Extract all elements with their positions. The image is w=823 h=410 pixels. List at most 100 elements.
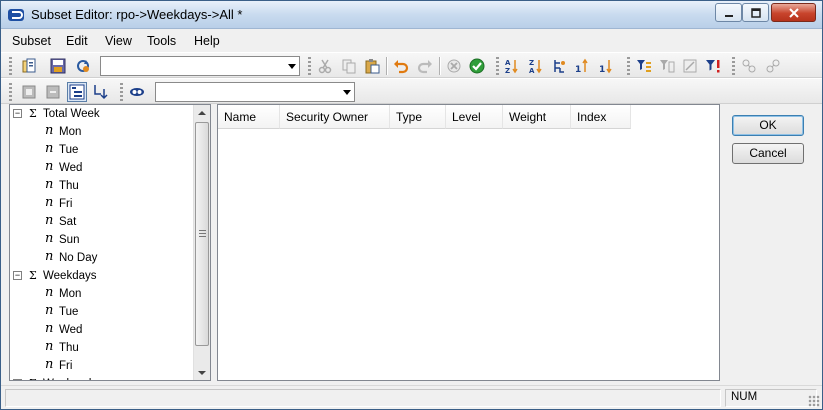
toolbar-grip[interactable]: [9, 83, 12, 101]
tree-node-label: Thu: [59, 180, 79, 192]
numeric-element-icon: n: [45, 177, 54, 192]
toolbar-grip[interactable]: [732, 57, 735, 75]
filter-level-button[interactable]: [634, 56, 654, 76]
redo-icon: [417, 60, 432, 74]
filter-by-icon: [706, 60, 720, 73]
resize-grip[interactable]: [808, 395, 820, 407]
tree-view-icon: [69, 84, 85, 100]
tree-view-button[interactable]: [67, 82, 87, 102]
cancel-button[interactable]: Cancel: [732, 143, 804, 164]
keep-button[interactable]: [19, 82, 39, 102]
column-header-index[interactable]: Index: [571, 105, 631, 129]
status-bar: NUM: [1, 385, 822, 409]
delete-button[interactable]: [43, 82, 63, 102]
column-header-security-owner[interactable]: Security Owner: [280, 105, 390, 129]
sort-hierarchy-icon: [554, 60, 565, 73]
numeric-element-icon: n: [45, 123, 54, 138]
maximize-button[interactable]: [742, 3, 769, 22]
cut-button[interactable]: [315, 56, 335, 76]
tree-node-label: Fri: [59, 198, 73, 210]
svg-text:A: A: [529, 67, 535, 74]
tree-scrollbar-thumb[interactable]: [195, 122, 209, 346]
menu-help[interactable]: Help: [194, 34, 220, 48]
ok-button[interactable]: OK: [732, 115, 804, 136]
toolbar-grip[interactable]: [496, 57, 499, 75]
filter-by-button[interactable]: [703, 56, 723, 76]
sort-asc-button[interactable]: AZ: [503, 56, 523, 76]
tree-node-label: Sun: [59, 234, 80, 246]
toolbar-grip[interactable]: [120, 83, 123, 101]
paste-button[interactable]: [362, 56, 382, 76]
column-header-type[interactable]: Type: [390, 105, 446, 129]
filter-expression-button[interactable]: [680, 56, 700, 76]
app-icon: [8, 9, 24, 21]
subset-tree[interactable]: − Σ Total Week n Mon n Tue n Wed n Thu n Fri n Sat n Sun…: [9, 104, 211, 381]
filter-attribute-icon: [660, 60, 675, 73]
redo-button[interactable]: [415, 56, 435, 76]
consolidation-icon: Σ: [29, 107, 37, 120]
menu-subset[interactable]: Subset: [12, 34, 51, 48]
tree-node-label: Weekends: [43, 375, 97, 380]
subset-combo[interactable]: [100, 56, 300, 76]
column-header-weight[interactable]: Weight: [503, 105, 571, 129]
numeric-element-icon: n: [45, 303, 54, 318]
menu-bar: Subset Edit View Tools Help: [1, 30, 822, 52]
menu-view[interactable]: View: [105, 34, 132, 48]
tree-node-label: Wed: [59, 324, 83, 336]
toolbar-separator: [439, 57, 440, 75]
member-grid[interactable]: Name Security Owner Type Level Weight In…: [217, 104, 720, 381]
menu-edit[interactable]: Edit: [66, 34, 88, 48]
collapse-icon[interactable]: −: [13, 109, 22, 118]
cancel-action-button[interactable]: [444, 56, 464, 76]
toolbar-row-2: [1, 78, 822, 104]
save-subset-icon: [50, 58, 66, 74]
paste-icon: [365, 59, 380, 74]
alias-button[interactable]: [127, 82, 147, 102]
column-header-level[interactable]: Level: [446, 105, 503, 129]
menu-tools[interactable]: Tools: [147, 34, 176, 48]
sort-index-asc-button[interactable]: 1: [573, 56, 593, 76]
tree-node-label: Wed: [59, 162, 83, 174]
sort-desc-button[interactable]: ZA: [527, 56, 547, 76]
numeric-element-icon: n: [45, 141, 54, 156]
collapse-button[interactable]: [763, 56, 783, 76]
collapse-icon: [766, 59, 780, 73]
open-subset-button[interactable]: [19, 56, 39, 76]
refresh-button[interactable]: [73, 56, 93, 76]
apply-button[interactable]: [467, 56, 487, 76]
toolbar-grip[interactable]: [9, 57, 12, 75]
scroll-down-icon[interactable]: [198, 370, 206, 376]
filter-combo[interactable]: [155, 82, 355, 102]
filter-expression-icon: [683, 59, 697, 73]
tree-node-label: Sat: [59, 216, 77, 228]
svg-text:1: 1: [575, 65, 581, 74]
toolbar-grip[interactable]: [308, 57, 311, 75]
numeric-element-icon: n: [45, 213, 54, 228]
collapse-icon[interactable]: −: [13, 379, 22, 380]
close-icon: [788, 7, 799, 18]
sort-index-desc-button[interactable]: 1: [597, 56, 617, 76]
title-bar[interactable]: Subset Editor: rpo->Weekdays->All *: [1, 1, 822, 29]
minimize-button[interactable]: [715, 3, 742, 22]
open-subset-icon: [22, 58, 36, 73]
toolbar-grip[interactable]: [627, 57, 630, 75]
copy-icon: [342, 59, 356, 74]
undo-button[interactable]: [391, 56, 411, 76]
numeric-element-icon: n: [45, 285, 54, 300]
save-subset-button[interactable]: [48, 56, 68, 76]
expand-button[interactable]: [739, 56, 759, 76]
copy-button[interactable]: [339, 56, 359, 76]
filter-attribute-button[interactable]: [657, 56, 677, 76]
scroll-up-icon[interactable]: [198, 110, 206, 116]
collapse-icon[interactable]: −: [13, 271, 22, 280]
close-button[interactable]: [771, 3, 816, 22]
chevron-down-icon[interactable]: [288, 64, 296, 69]
drill-down-button[interactable]: [90, 82, 110, 102]
chevron-down-icon[interactable]: [343, 90, 351, 95]
tree-scrollbar[interactable]: [193, 105, 210, 380]
svg-text:1: 1: [599, 65, 605, 74]
sort-hierarchy-button[interactable]: [550, 56, 570, 76]
column-header-name[interactable]: Name: [218, 105, 280, 129]
svg-text:A: A: [505, 59, 511, 67]
svg-text:Z: Z: [529, 59, 534, 67]
